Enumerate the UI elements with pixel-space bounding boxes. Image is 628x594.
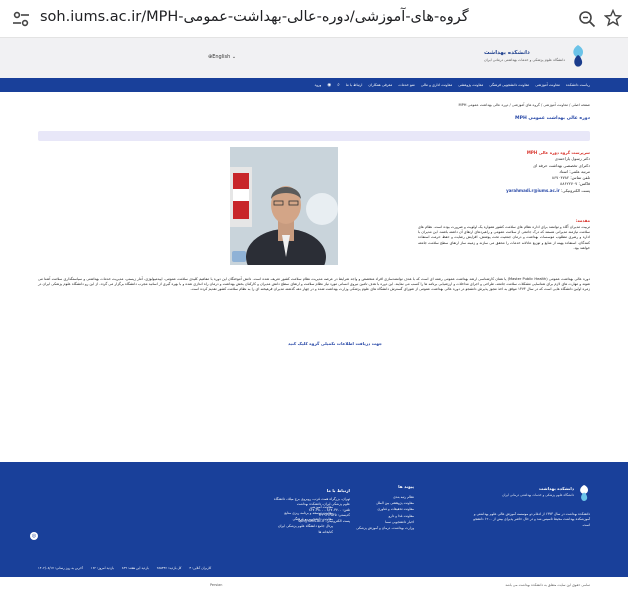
- tune-icon[interactable]: [12, 11, 30, 27]
- director-info: سرپرست گروه دوره عالی MPH دکتر رسول یارا…: [390, 150, 590, 194]
- footer-brand-subtitle: دانشگاه علوم پزشکی و خدمات بهداشتی درمان…: [502, 493, 574, 497]
- footer-stats: آخرین به روز رسانی: ۱۴۰۲/۰۸/۱۷ بازدید امر…: [38, 566, 590, 574]
- instagram-icon[interactable]: ◎: [30, 532, 38, 540]
- url-field[interactable]: soh.iums.ac.ir/MPH-گروه-های-آموزشی/دوره-…: [40, 9, 469, 25]
- nav-item[interactable]: معاونت آموزشی: [535, 83, 560, 87]
- zoom-icon[interactable]: [578, 10, 596, 28]
- director-photo: [230, 147, 338, 265]
- accessibility-icon[interactable]: ◉: [327, 83, 331, 88]
- footer-contact-line: پست الکترونیکی: sph@iums.ac.ir: [298, 518, 350, 523]
- brand-subtitle: دانشگاه علوم پزشکی و خدمات بهداشتی درمان…: [483, 58, 565, 62]
- intro-paragraph: تربیت مدیران آگاه و توانمند برای اداره ن…: [418, 225, 590, 250]
- email-label: پست الکترونیکی:: [561, 187, 590, 193]
- main-nav: ریاست دانشکده معاونت آموزشی معاونت دانشجوی…: [0, 78, 628, 92]
- nav-item[interactable]: معرفی همکاران: [368, 83, 392, 87]
- nav-item[interactable]: معاونت پژوهشی: [458, 83, 483, 87]
- chevron-down-icon: ⌄: [231, 54, 237, 60]
- director-email-row: پست الکترونیکی: yarahmadi.r@iums.ac.ir: [390, 188, 590, 194]
- site-footer: دانشکده بهداشت دانشگاه علوم پزشکی و خدما…: [0, 462, 628, 577]
- nav-item[interactable]: معاونت دانشجویی فرهنگی: [489, 83, 529, 87]
- nav-item[interactable]: ورود: [314, 83, 321, 87]
- footer-link[interactable]: وزارت بهداشت، درمان و آموزش پزشکی: [334, 525, 414, 531]
- footer-stat: بازدید این هفته: ۸۳۹: [121, 566, 149, 570]
- section-divider: [38, 131, 590, 141]
- brand-title: دانشکده بهداشت: [483, 50, 530, 56]
- school-logo-icon: [573, 45, 583, 67]
- copyright-text: تمامی حقوق این سایت متعلق به دانشکده بهد…: [505, 583, 590, 587]
- page-footer: تمامی حقوق این سایت متعلق به دانشکده بهد…: [0, 577, 628, 594]
- footer-stat: کل بازدید: ۲۸۵۳۴۶: [156, 566, 182, 570]
- director-email-link[interactable]: yarahmadi.r@iums.ac.ir: [506, 188, 560, 194]
- nav-item[interactable]: ارتباط با ما: [346, 83, 363, 87]
- page-title: دوره عالی بهداشت عمومی MPH: [515, 116, 590, 121]
- footer-logo-icon: [580, 485, 588, 501]
- language-selector[interactable]: ⊕English ⌄: [208, 54, 236, 60]
- footer-stat: بازدید امروز: ۱۶۲: [90, 566, 114, 570]
- nav-item[interactable]: ریاست دانشکده: [566, 83, 590, 87]
- footer-contact: ارتباط با ما تهران، بزرگراه همت غرب، روب…: [250, 488, 350, 524]
- footer-brand-title: دانشکده بهداشت: [539, 486, 574, 491]
- star-icon[interactable]: [604, 9, 622, 27]
- footer-contact-title: ارتباط با ما: [326, 488, 350, 493]
- browser-address-bar: soh.iums.ac.ir/MPH-گروه-های-آموزشی/دوره-…: [0, 0, 628, 38]
- nav-item[interactable]: منو خدمات: [398, 83, 415, 87]
- footer-stat: کاربران آنلاین: ۳: [189, 566, 212, 570]
- intro-heading: مقدمه:: [575, 218, 590, 223]
- more-info-link[interactable]: جهت دریافت اطلاعات تکمیلی گروه کلیک کنید: [288, 341, 382, 346]
- director-photo-illustration: [230, 147, 338, 265]
- site-brand[interactable]: دانشکده بهداشت دانشگاه علوم پزشکی و خدما…: [484, 44, 586, 68]
- footer-language[interactable]: Persian: [210, 583, 222, 587]
- site-header: دانشکده بهداشت دانشگاه علوم پزشکی و خدما…: [0, 38, 628, 78]
- footer-stat: آخرین به روز رسانی: ۱۴۰۲/۰۸/۱۷: [38, 566, 83, 570]
- description-paragraph: دوره عالی بهداشت عمومی (Master Public He…: [38, 277, 590, 292]
- search-icon[interactable]: ⌕: [337, 82, 340, 88]
- footer-link[interactable]: کتابخانه ها: [253, 529, 334, 535]
- nav-item[interactable]: معاونت اداری و مالی: [421, 83, 452, 87]
- footer-brand-description: دانشکده بهداشت در سال ۱۳۷۳ از ادغام دو م…: [473, 512, 590, 527]
- breadcrumb[interactable]: صفحه اصلی / معاونت آموزشی / گروه های آمو…: [458, 103, 590, 107]
